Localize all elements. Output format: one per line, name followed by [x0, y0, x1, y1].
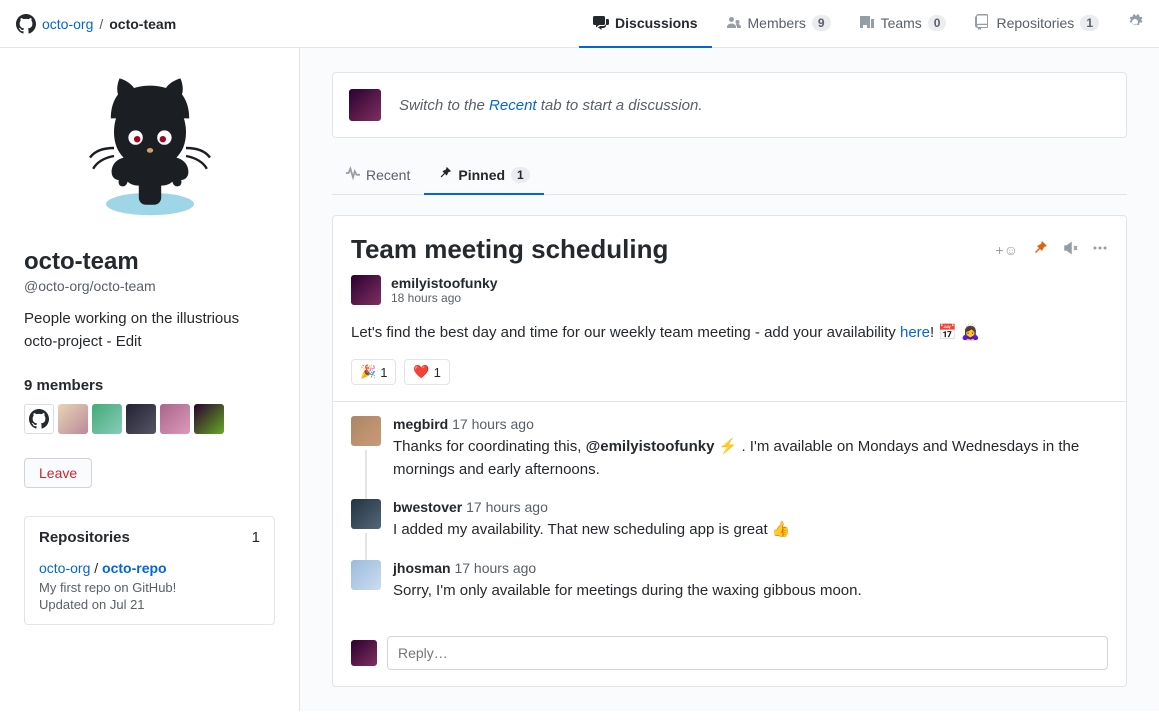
comments-section: megbird 17 hours ago Thanks for coordina… [333, 402, 1126, 628]
main-content: Switch to the Recent tab to start a disc… [300, 48, 1159, 711]
reply-avatar [351, 640, 377, 666]
repo-item[interactable]: octo-org / octo-repo My first repo on Gi… [25, 558, 274, 624]
organization-icon [859, 14, 875, 33]
team-name: octo-team [24, 248, 275, 276]
banner-text: Switch to the Recent tab to start a disc… [399, 97, 703, 114]
repositories-box: Repositories 1 octo-org / octo-repo My f… [24, 516, 275, 625]
repos-count: 1 [252, 529, 260, 546]
member-avatars [24, 404, 275, 434]
kebab-icon[interactable] [1092, 240, 1108, 259]
comment-author[interactable]: megbird [393, 416, 448, 432]
reply-input[interactable] [387, 636, 1108, 670]
sidebar: octo-team @octo-org/octo-team People wor… [0, 48, 300, 711]
comment-text: Sorry, I'm only available for meetings d… [393, 580, 1108, 603]
people-icon [726, 14, 742, 33]
breadcrumb-separator: / [99, 16, 103, 32]
discussion-author[interactable]: emilyistoofunky [391, 275, 498, 291]
discussion-title: Team meeting scheduling [351, 234, 996, 265]
subtab-pinned[interactable]: Pinned 1 [424, 156, 543, 195]
pulse-icon [346, 166, 360, 183]
comment: megbird 17 hours ago Thanks for coordina… [351, 416, 1108, 481]
top-nav: octo-org / octo-team Discussions Members… [0, 0, 1159, 48]
github-icon [16, 14, 36, 34]
discussion-author-avatar[interactable] [351, 275, 381, 305]
member-avatar[interactable] [126, 404, 156, 434]
repo-icon [974, 14, 990, 33]
comment-author[interactable]: bwestover [393, 499, 462, 515]
repos-heading: Repositories [39, 529, 130, 546]
comment: jhosman 17 hours ago Sorry, I'm only ava… [351, 560, 1108, 603]
teams-count-badge: 0 [928, 15, 947, 31]
mention[interactable]: @emilyistoofunky [586, 438, 715, 455]
repo-updated: Updated on Jul 21 [39, 597, 260, 612]
reaction-button[interactable]: ❤️ 1 [404, 359, 449, 385]
comment-text: Thanks for coordinating this, @emilyisto… [393, 436, 1108, 481]
comment-time: 17 hours ago [454, 560, 536, 576]
banner-recent-link[interactable]: Recent [489, 97, 537, 114]
comment-avatar[interactable] [351, 560, 381, 590]
reaction-button[interactable]: 🎉 1 [351, 359, 396, 385]
repo-description: My first repo on GitHub! [39, 580, 260, 595]
discussion-body-link[interactable]: here [900, 324, 930, 341]
repositories-count-badge: 1 [1080, 15, 1099, 31]
comment-avatar[interactable] [351, 416, 381, 446]
member-avatar[interactable] [92, 404, 122, 434]
discussion-body: Let's find the best day and time for our… [351, 321, 1108, 345]
subtab-recent[interactable]: Recent [332, 156, 424, 195]
reply-row [333, 628, 1126, 686]
repo-org-link[interactable]: octo-org [39, 560, 90, 576]
tab-members[interactable]: Members 9 [712, 0, 845, 48]
tab-settings[interactable] [1113, 0, 1143, 48]
member-avatar[interactable] [160, 404, 190, 434]
comment-avatar[interactable] [351, 499, 381, 529]
members-count-badge: 9 [812, 15, 831, 31]
reactions-bar: 🎉 1 ❤️ 1 [351, 359, 1108, 385]
pin-icon [438, 166, 452, 183]
comment-text: I added my availability. That new schedu… [393, 519, 1108, 542]
discussion-card: Team meeting scheduling +☺ emilyistoofun… [332, 215, 1127, 687]
repo-name-link[interactable]: octo-repo [102, 560, 167, 576]
add-reaction-button[interactable]: +☺ [996, 242, 1018, 258]
breadcrumb-org[interactable]: octo-org [42, 16, 93, 32]
comment-discussion-icon [593, 14, 609, 33]
leave-button[interactable]: Leave [24, 458, 92, 488]
comment-time: 17 hours ago [466, 499, 548, 515]
comment-author[interactable]: jhosman [393, 560, 451, 576]
member-avatar[interactable] [194, 404, 224, 434]
gear-icon [1127, 14, 1143, 33]
member-avatar[interactable] [24, 404, 54, 434]
tab-discussions[interactable]: Discussions [579, 0, 711, 48]
team-slug: @octo-org/octo-team [24, 278, 275, 294]
breadcrumb-team: octo-team [109, 16, 176, 32]
members-heading: 9 members [24, 377, 275, 394]
comment-time: 17 hours ago [452, 416, 534, 432]
pinned-count-badge: 1 [511, 167, 530, 183]
tab-repositories[interactable]: Repositories 1 [960, 0, 1113, 48]
team-avatar [24, 72, 275, 232]
discussion-subtabs: Recent Pinned 1 [332, 156, 1127, 195]
comment: bwestover 17 hours ago I added my availa… [351, 499, 1108, 542]
team-description: People working on the illustrious octo-p… [24, 308, 275, 353]
mute-button[interactable] [1062, 240, 1078, 259]
member-avatar[interactable] [58, 404, 88, 434]
discussion-time: 18 hours ago [391, 291, 498, 305]
banner-avatar [349, 89, 381, 121]
pin-button[interactable] [1032, 240, 1048, 259]
tab-teams[interactable]: Teams 0 [845, 0, 961, 48]
start-discussion-banner: Switch to the Recent tab to start a disc… [332, 72, 1127, 138]
